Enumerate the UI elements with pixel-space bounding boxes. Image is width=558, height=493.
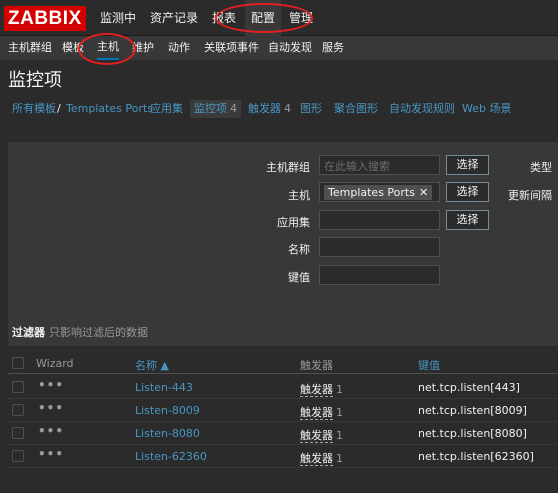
wizard-menu-icon[interactable]: ••• [38, 401, 64, 415]
wizard-menu-icon[interactable]: ••• [38, 424, 64, 438]
host-tag-label: Templates Ports [328, 186, 415, 199]
breadcrumb-separator: / [57, 102, 61, 115]
item-name-link[interactable]: Listen-8009 [135, 404, 200, 417]
filter-hint: 只影响过滤后的数据 [49, 326, 148, 339]
item-key: net.tcp.listen[8009] [418, 404, 527, 417]
name-input[interactable] [319, 237, 440, 257]
nav-inventory[interactable]: 资产记录 [150, 0, 198, 36]
tab-items-count: 4 [230, 102, 237, 115]
application-select-button[interactable]: 选择 [446, 210, 489, 230]
application-input[interactable] [319, 210, 440, 230]
subnav-host-groups[interactable]: 主机群组 [8, 36, 52, 60]
row-checkbox[interactable] [12, 427, 24, 439]
breadcrumb: 所有模板 / Templates Ports 应用集 监控项 4 触发器 4 图形 … [0, 97, 558, 121]
annotation-circle-hosts [78, 33, 136, 65]
trigger-count: 1 [336, 383, 343, 396]
tab-discovery-rules-label: 自动发现规则 [389, 102, 455, 115]
tab-items-label: 监控项 [194, 102, 227, 115]
tab-applications[interactable]: 应用集 [150, 101, 183, 117]
breadcrumb-all-templates[interactable]: 所有模板 [12, 101, 56, 117]
item-triggers[interactable]: 触发器 1 [300, 381, 343, 397]
item-name-link[interactable]: Listen-8080 [135, 427, 200, 440]
nav-monitoring[interactable]: 监测中 [100, 0, 136, 36]
tab-screens[interactable]: 聚合图形 [334, 101, 378, 117]
item-name-link[interactable]: Listen-62360 [135, 450, 207, 463]
subnav-actions[interactable]: 动作 [168, 36, 190, 60]
tab-triggers[interactable]: 触发器 4 [248, 101, 291, 117]
name-label: 名称 [288, 243, 310, 256]
filter-tab[interactable]: 过滤器 只影响过滤后的数据 [12, 324, 148, 340]
subnav-services[interactable]: 服务 [322, 36, 344, 60]
remove-tag-icon[interactable]: ✕ [419, 186, 428, 199]
tab-graphs[interactable]: 图形 [300, 101, 322, 117]
tab-web-scenarios-label: Web 场景 [462, 102, 512, 115]
host-select-button[interactable]: 选择 [446, 182, 489, 202]
tab-applications-label: 应用集 [150, 102, 183, 115]
row-checkbox[interactable] [12, 404, 24, 416]
header-triggers: 触发器 [300, 359, 333, 372]
trigger-count: 1 [336, 406, 343, 419]
wizard-menu-icon[interactable]: ••• [38, 378, 64, 392]
trigger-link[interactable]: 触发器 [300, 452, 333, 466]
breadcrumb-template[interactable]: Templates Ports [66, 101, 153, 117]
host-tag: Templates Ports ✕ [324, 185, 433, 200]
wizard-menu-icon[interactable]: ••• [38, 447, 64, 461]
header-wizard: Wizard [36, 357, 74, 370]
item-key: net.tcp.listen[8080] [418, 427, 527, 440]
trigger-count: 1 [336, 452, 343, 465]
key-label: 键值 [288, 271, 310, 284]
tab-web-scenarios[interactable]: Web 场景 [462, 101, 511, 117]
item-triggers[interactable]: 触发器 1 [300, 404, 343, 420]
item-triggers[interactable]: 触发器 1 [300, 450, 343, 466]
type-label: 类型 [530, 161, 552, 174]
tab-triggers-count: 4 [284, 102, 291, 115]
host-label: 主机 [288, 189, 310, 202]
item-name-link[interactable]: Listen-443 [135, 381, 193, 394]
table-header: Wizard 名称 ▲ 触发器 键值 [8, 352, 558, 374]
header-name[interactable]: 名称 ▲ [135, 357, 169, 373]
select-all-checkbox[interactable] [12, 357, 24, 369]
annotation-circle-configuration [215, 3, 313, 33]
tab-screens-label: 聚合图形 [334, 102, 378, 115]
tab-discovery-rules[interactable]: 自动发现规则 [389, 101, 455, 117]
trigger-count: 1 [336, 429, 343, 442]
filter-tab-label[interactable]: 过滤器 [12, 326, 45, 339]
update-interval-label: 更新间隔 [508, 189, 552, 202]
host-group-input[interactable]: 在此输入搜索 [319, 155, 440, 175]
host-group-select-button[interactable]: 选择 [446, 155, 489, 175]
tab-graphs-label: 图形 [300, 102, 322, 115]
item-key: net.tcp.listen[443] [418, 381, 520, 394]
trigger-link[interactable]: 触发器 [300, 406, 333, 420]
trigger-link[interactable]: 触发器 [300, 429, 333, 443]
host-input[interactable]: Templates Ports ✕ [319, 182, 440, 202]
table-row: ••• Listen-8080 触发器 1 net.tcp.listen[8080… [8, 422, 558, 445]
table-row: ••• Listen-443 触发器 1 net.tcp.listen[443] [8, 376, 558, 399]
subnav-correlation[interactable]: 关联项事件 [204, 36, 259, 60]
item-triggers[interactable]: 触发器 1 [300, 427, 343, 443]
item-key: net.tcp.listen[62360] [418, 450, 534, 463]
zabbix-logo[interactable]: ZABBIX [4, 6, 86, 31]
host-group-placeholder: 在此输入搜索 [324, 160, 390, 173]
subnav-discovery[interactable]: 自动发现 [268, 36, 312, 60]
tab-items[interactable]: 监控项 4 [190, 100, 241, 118]
page-title: 监控项 [8, 70, 62, 91]
row-checkbox[interactable] [12, 381, 24, 393]
application-label: 应用集 [277, 216, 310, 229]
trigger-link[interactable]: 触发器 [300, 383, 333, 397]
row-checkbox[interactable] [12, 450, 24, 462]
header-key[interactable]: 键值 [418, 357, 440, 373]
table-row: ••• Listen-8009 触发器 1 net.tcp.listen[8009… [8, 399, 558, 422]
table-row: ••• Listen-62360 触发器 1 net.tcp.listen[623… [8, 445, 558, 468]
host-group-label: 主机群组 [266, 161, 310, 174]
filter-panel: 主机群组 在此输入搜索 选择 类型 主机 Templates Ports ✕ 选择… [8, 142, 558, 346]
tab-triggers-label: 触发器 [248, 102, 281, 115]
key-input[interactable] [319, 265, 440, 285]
